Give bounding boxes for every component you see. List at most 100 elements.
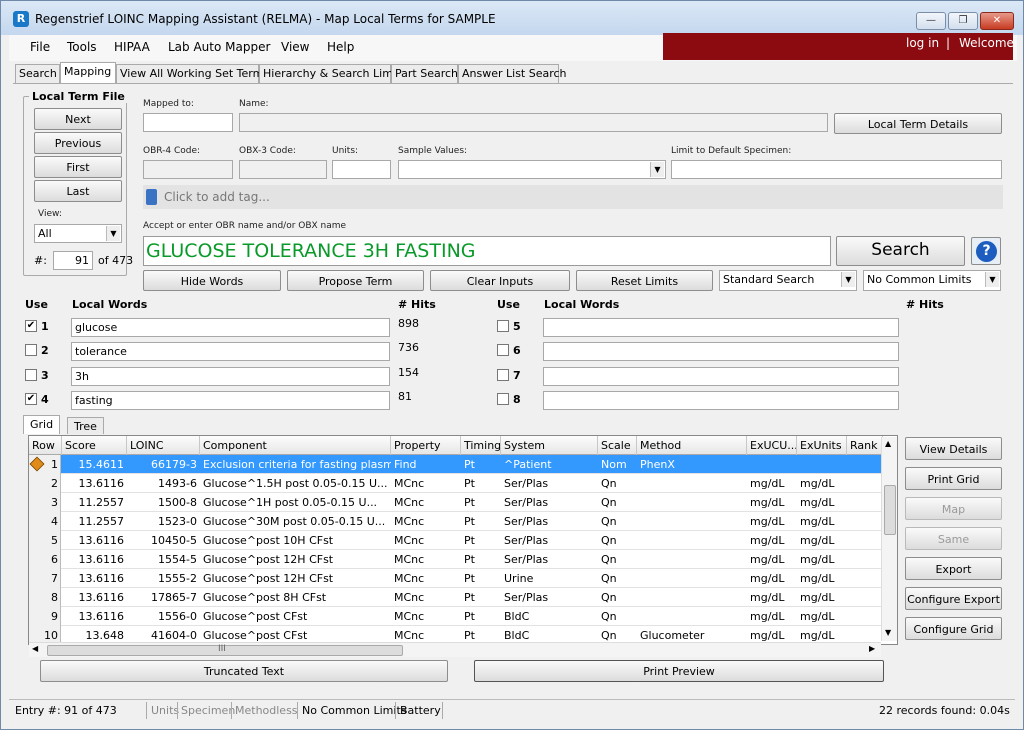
column-header-row[interactable]: Row bbox=[29, 436, 62, 455]
tab-grid[interactable]: Grid bbox=[23, 415, 61, 434]
clear-inputs-button[interactable]: Clear Inputs bbox=[430, 270, 570, 291]
same-button[interactable]: Same bbox=[905, 527, 1002, 550]
cell-exunits bbox=[797, 455, 847, 474]
reset-limits-button[interactable]: Reset Limits bbox=[576, 270, 713, 291]
table-row[interactable]: 6 13.6116 1554-5 Glucose^post 12H CFst MCnc P… bbox=[29, 550, 883, 569]
obx3-code-label: OBX-3 Code: bbox=[239, 146, 296, 156]
menu-tools[interactable]: Tools bbox=[67, 40, 97, 54]
local-word-input-2[interactable]: tolerance bbox=[71, 342, 390, 361]
table-row[interactable]: 1 15.4611 66179-3 Exclusion criteria for fa… bbox=[29, 455, 883, 474]
map-button[interactable]: Map bbox=[905, 497, 1002, 520]
configure-export-button[interactable]: Configure Export bbox=[905, 587, 1002, 610]
scroll-down-icon[interactable]: ▼ bbox=[885, 628, 891, 637]
sample-values-select[interactable]: ▼ bbox=[398, 160, 666, 179]
table-row[interactable]: 8 13.6116 17865-7 Glucose^post 8H CFst MCnc P… bbox=[29, 588, 883, 607]
local-word-input-4[interactable]: fasting bbox=[71, 391, 390, 410]
search-input[interactable]: GLUCOSE TOLERANCE 3H FASTING bbox=[143, 236, 831, 266]
search-type-select[interactable]: Standard Search ▼ bbox=[719, 270, 857, 291]
name-field[interactable] bbox=[239, 113, 828, 132]
use-checkbox-3[interactable] bbox=[25, 369, 37, 381]
hide-words-button[interactable]: Hide Words bbox=[143, 270, 281, 291]
close-button[interactable]: ✕ bbox=[980, 12, 1014, 30]
tab-answer-list-search[interactable]: Answer List Search bbox=[458, 64, 567, 83]
first-button[interactable]: First bbox=[34, 156, 122, 178]
print-grid-button[interactable]: Print Grid bbox=[905, 467, 1002, 490]
scroll-left-icon[interactable]: ◀ bbox=[32, 644, 38, 653]
tab-view-all-working-set-terms[interactable]: View All Working Set Terms bbox=[116, 64, 269, 83]
local-word-input-3[interactable]: 3h bbox=[71, 367, 390, 386]
column-header-loinc[interactable]: LOINC bbox=[127, 436, 200, 455]
minimize-button[interactable]: — bbox=[916, 12, 946, 30]
grid-horizontal-scroll-thumb[interactable]: III bbox=[47, 644, 403, 656]
mapped-to-field[interactable] bbox=[143, 113, 233, 132]
next-button[interactable]: Next bbox=[34, 108, 122, 130]
tab-tree[interactable]: Tree bbox=[67, 417, 104, 434]
table-row[interactable]: 9 13.6116 1556-0 Glucose^post CFst MCnc Pt Bld… bbox=[29, 607, 883, 626]
column-header-rank[interactable]: Rank bbox=[847, 436, 883, 455]
use-checkbox-4[interactable]: ✔ bbox=[25, 393, 37, 405]
column-header-system[interactable]: System bbox=[501, 436, 598, 455]
local-term-details-button[interactable]: Local Term Details bbox=[834, 113, 1002, 134]
chevron-down-icon: ▼ bbox=[841, 272, 855, 287]
use-checkbox-2[interactable] bbox=[25, 344, 37, 356]
local-word-input-1[interactable]: glucose bbox=[71, 318, 390, 337]
column-header-score[interactable]: Score bbox=[62, 436, 127, 455]
tab-mapping[interactable]: Mapping bbox=[60, 62, 116, 83]
common-limits-select[interactable]: No Common Limits ▼ bbox=[863, 270, 1001, 291]
local-word-input-7[interactable] bbox=[543, 367, 899, 386]
menu-file[interactable]: File bbox=[30, 40, 50, 54]
export-button[interactable]: Export bbox=[905, 557, 1002, 580]
truncated-text-button[interactable]: Truncated Text bbox=[40, 660, 448, 682]
record-number-input[interactable]: 91 bbox=[53, 251, 93, 270]
view-select[interactable]: All ▼ bbox=[34, 224, 122, 243]
use-checkbox-6[interactable] bbox=[497, 344, 509, 356]
menu-view[interactable]: View bbox=[281, 40, 309, 54]
local-word-input-8[interactable] bbox=[543, 391, 899, 410]
grid-vertical-scroll-thumb[interactable] bbox=[884, 485, 896, 535]
obr4-code-field[interactable] bbox=[143, 160, 233, 179]
column-header-scale[interactable]: Scale bbox=[598, 436, 637, 455]
local-word-input-5[interactable] bbox=[543, 318, 899, 337]
propose-term-button[interactable]: Propose Term bbox=[287, 270, 424, 291]
use-checkbox-5[interactable] bbox=[497, 320, 509, 332]
table-row[interactable]: 7 13.6116 1555-2 Glucose^post 12H CFst MCnc P… bbox=[29, 569, 883, 588]
menu-lab-auto-mapper[interactable]: Lab Auto Mapper bbox=[168, 40, 270, 54]
table-row[interactable]: 3 11.2557 1500-8 Glucose^1H post 0.05-0.15 … bbox=[29, 493, 883, 512]
column-header-exunits[interactable]: ExUnits bbox=[797, 436, 847, 455]
search-button[interactable]: Search bbox=[836, 236, 965, 266]
tab-hierarchy-search-limits[interactable]: Hierarchy & Search Limits bbox=[259, 64, 406, 83]
use-checkbox-1[interactable]: ✔ bbox=[25, 320, 37, 332]
maximize-button[interactable]: ❐ bbox=[948, 12, 978, 30]
grid-vertical-scrollbar[interactable]: ▲ ▼ bbox=[881, 437, 897, 641]
help-button[interactable]: ? bbox=[971, 237, 1001, 265]
configure-grid-button[interactable]: Configure Grid bbox=[905, 617, 1002, 640]
column-header-method[interactable]: Method bbox=[637, 436, 747, 455]
local-word-input-6[interactable] bbox=[543, 342, 899, 361]
menu-hipaa[interactable]: HIPAA bbox=[114, 40, 150, 54]
grid-horizontal-scrollbar[interactable]: ◀ III ▶ bbox=[29, 642, 881, 657]
column-header-property[interactable]: Property bbox=[391, 436, 461, 455]
print-preview-button[interactable]: Print Preview bbox=[474, 660, 884, 682]
column-header-component[interactable]: Component bbox=[200, 436, 391, 455]
view-details-button[interactable]: View Details bbox=[905, 437, 1002, 460]
column-header-timing[interactable]: Timing bbox=[461, 436, 501, 455]
use-checkbox-7[interactable] bbox=[497, 369, 509, 381]
last-button[interactable]: Last bbox=[34, 180, 122, 202]
previous-button[interactable]: Previous bbox=[34, 132, 122, 154]
login-link[interactable]: log in bbox=[906, 36, 939, 50]
column-header-exucum[interactable]: ExUCU... bbox=[747, 436, 797, 455]
obx3-code-field[interactable] bbox=[239, 160, 327, 179]
table-row[interactable]: 4 11.2557 1523-0 Glucose^30M post 0.05-0.15… bbox=[29, 512, 883, 531]
table-row[interactable]: 2 13.6116 1493-6 Glucose^1.5H post 0.05-0.1… bbox=[29, 474, 883, 493]
scroll-up-icon[interactable]: ▲ bbox=[885, 439, 891, 448]
tag-bar[interactable]: Click to add tag... bbox=[143, 185, 1003, 209]
limit-default-specimen-field[interactable] bbox=[671, 160, 1002, 179]
status-units: Units bbox=[151, 704, 180, 717]
tab-search[interactable]: Search bbox=[15, 64, 60, 83]
table-row[interactable]: 5 13.6116 10450-5 Glucose^post 10H CFst MCnc… bbox=[29, 531, 883, 550]
use-checkbox-8[interactable] bbox=[497, 393, 509, 405]
scroll-right-icon[interactable]: ▶ bbox=[869, 644, 875, 653]
menu-help[interactable]: Help bbox=[327, 40, 354, 54]
units-field[interactable] bbox=[332, 160, 391, 179]
tab-part-search[interactable]: Part Search bbox=[391, 64, 458, 83]
